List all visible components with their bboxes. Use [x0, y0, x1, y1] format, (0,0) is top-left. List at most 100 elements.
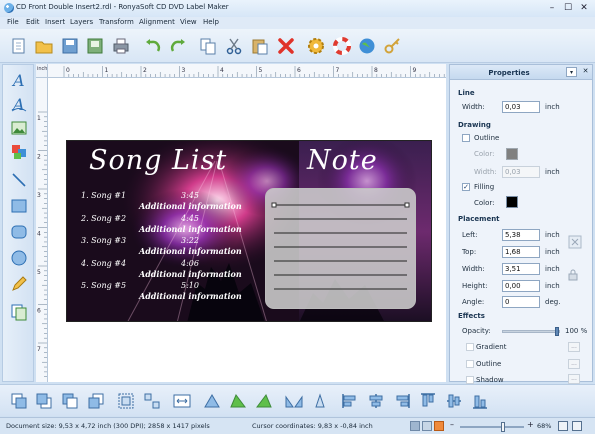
- song-name[interactable]: 3. Song #3: [81, 236, 126, 245]
- actual-size-icon[interactable]: [572, 421, 582, 431]
- close-button[interactable]: ✕: [578, 2, 590, 14]
- outline-checkbox[interactable]: [462, 134, 470, 142]
- outline-settings-button[interactable]: ...: [568, 359, 580, 369]
- note-box[interactable]: [265, 188, 416, 309]
- ellipse-tool-icon[interactable]: [10, 249, 28, 267]
- panel-close-icon[interactable]: ✕: [581, 67, 590, 77]
- menu-transform[interactable]: Transform: [99, 18, 134, 26]
- proportional-size-icon[interactable]: [568, 235, 582, 249]
- cut-icon[interactable]: [224, 36, 244, 56]
- song-name[interactable]: 4. Song #4: [81, 259, 126, 268]
- shadow-settings-button[interactable]: ...: [568, 374, 580, 384]
- menu-view[interactable]: View: [180, 18, 197, 26]
- menu-edit[interactable]: Edit: [26, 18, 40, 26]
- maximize-button[interactable]: ☐: [562, 2, 574, 14]
- height-input[interactable]: 0,00: [502, 280, 540, 292]
- delete-icon[interactable]: [276, 36, 296, 56]
- song-info[interactable]: Additional information: [139, 269, 242, 279]
- redo-icon[interactable]: [168, 36, 188, 56]
- open-folder-icon[interactable]: [34, 36, 54, 56]
- collage-tool-icon[interactable]: [10, 143, 28, 161]
- menu-file[interactable]: File: [7, 18, 19, 26]
- ungroup-icon[interactable]: [142, 391, 162, 411]
- help-lifebuoy-icon[interactable]: [332, 36, 352, 56]
- menu-insert[interactable]: Insert: [45, 18, 65, 26]
- copy-icon[interactable]: [198, 36, 218, 56]
- bring-to-front-icon[interactable]: [9, 391, 29, 411]
- zoom-slider-thumb[interactable]: [500, 422, 505, 432]
- filling-checkbox[interactable]: ✓: [462, 183, 470, 191]
- send-to-back-icon[interactable]: [34, 391, 54, 411]
- top-input[interactable]: 1,68: [502, 246, 540, 258]
- menu-help[interactable]: Help: [203, 18, 219, 26]
- rotate-90-icon[interactable]: [254, 391, 274, 411]
- song-name[interactable]: 2. Song #2: [81, 214, 126, 223]
- menu-alignment[interactable]: Alignment: [139, 18, 175, 26]
- paper-templates-icon[interactable]: [10, 303, 28, 321]
- song-info[interactable]: Additional information: [139, 224, 242, 234]
- rotate-left-icon[interactable]: [202, 391, 222, 411]
- view-mode-grid-icon[interactable]: [422, 421, 432, 431]
- web-globe-icon[interactable]: [357, 36, 377, 56]
- new-document-icon[interactable]: [9, 36, 29, 56]
- save-as-icon[interactable]: [85, 36, 105, 56]
- gradient-settings-button[interactable]: ...: [568, 342, 580, 352]
- song-info[interactable]: Additional information: [139, 291, 242, 301]
- line-width-input[interactable]: 0,03: [502, 101, 540, 113]
- song-info[interactable]: Additional information: [139, 246, 242, 256]
- song-time[interactable]: 3:22: [181, 236, 199, 245]
- rectangle-tool-icon[interactable]: [10, 197, 28, 215]
- key-icon[interactable]: [383, 36, 403, 56]
- fit-to-label-icon[interactable]: [172, 391, 192, 411]
- song-time[interactable]: 4:06: [181, 259, 199, 268]
- view-mode-active-icon[interactable]: [434, 421, 444, 431]
- song-name[interactable]: 5. Song #5: [81, 281, 126, 290]
- outline-color-swatch[interactable]: [506, 148, 518, 160]
- rotate-right-icon[interactable]: [228, 391, 248, 411]
- opacity-slider[interactable]: [502, 327, 560, 336]
- panel-dropdown-icon[interactable]: ▾: [566, 67, 577, 77]
- shadow-checkbox[interactable]: [466, 376, 474, 384]
- zoom-out-button[interactable]: –: [450, 420, 454, 429]
- opacity-slider-thumb[interactable]: [555, 327, 559, 336]
- fit-page-icon[interactable]: [558, 421, 568, 431]
- align-middle-icon[interactable]: [444, 391, 464, 411]
- align-left-icon[interactable]: [340, 391, 360, 411]
- zoom-in-button[interactable]: +: [527, 420, 534, 429]
- curved-text-tool-icon[interactable]: A: [10, 95, 28, 113]
- minimize-button[interactable]: –: [546, 2, 558, 14]
- settings-icon[interactable]: [306, 36, 326, 56]
- effect-outline-checkbox[interactable]: [466, 360, 474, 368]
- gradient-checkbox[interactable]: [466, 343, 474, 351]
- flip-vertical-icon[interactable]: [310, 391, 330, 411]
- align-top-icon[interactable]: [418, 391, 438, 411]
- line-tool-icon[interactable]: [10, 171, 28, 189]
- align-center-icon[interactable]: [366, 391, 386, 411]
- song-time[interactable]: 5:10: [181, 281, 199, 290]
- image-tool-icon[interactable]: [10, 119, 28, 137]
- undo-icon[interactable]: [143, 36, 163, 56]
- note-heading[interactable]: Note: [307, 145, 378, 176]
- menu-layers[interactable]: Layers: [70, 18, 93, 26]
- zoom-slider[interactable]: [460, 422, 524, 432]
- pencil-tool-icon[interactable]: [10, 275, 28, 293]
- cd-label-insert[interactable]: Song List Note 1. Song #1 3:45 Additional …: [66, 140, 432, 322]
- angle-input[interactable]: 0: [502, 296, 540, 308]
- align-bottom-icon[interactable]: [470, 391, 490, 411]
- bring-forward-icon[interactable]: [60, 391, 80, 411]
- save-icon[interactable]: [60, 36, 80, 56]
- left-input[interactable]: 5,38: [502, 229, 540, 241]
- song-time[interactable]: 4:45: [181, 214, 199, 223]
- view-mode-single-icon[interactable]: [410, 421, 420, 431]
- song-name[interactable]: 1. Song #1: [81, 191, 126, 200]
- rounded-rectangle-tool-icon[interactable]: [10, 223, 28, 241]
- flip-horizontal-icon[interactable]: [284, 391, 304, 411]
- align-right-icon[interactable]: [392, 391, 412, 411]
- lock-ratio-icon[interactable]: [568, 269, 578, 281]
- fill-color-swatch[interactable]: [506, 196, 518, 208]
- paste-icon[interactable]: [250, 36, 270, 56]
- song-time[interactable]: 3:45: [181, 191, 199, 200]
- width-input[interactable]: 3,51: [502, 263, 540, 275]
- send-backward-icon[interactable]: [86, 391, 106, 411]
- song-info[interactable]: Additional information: [139, 201, 242, 211]
